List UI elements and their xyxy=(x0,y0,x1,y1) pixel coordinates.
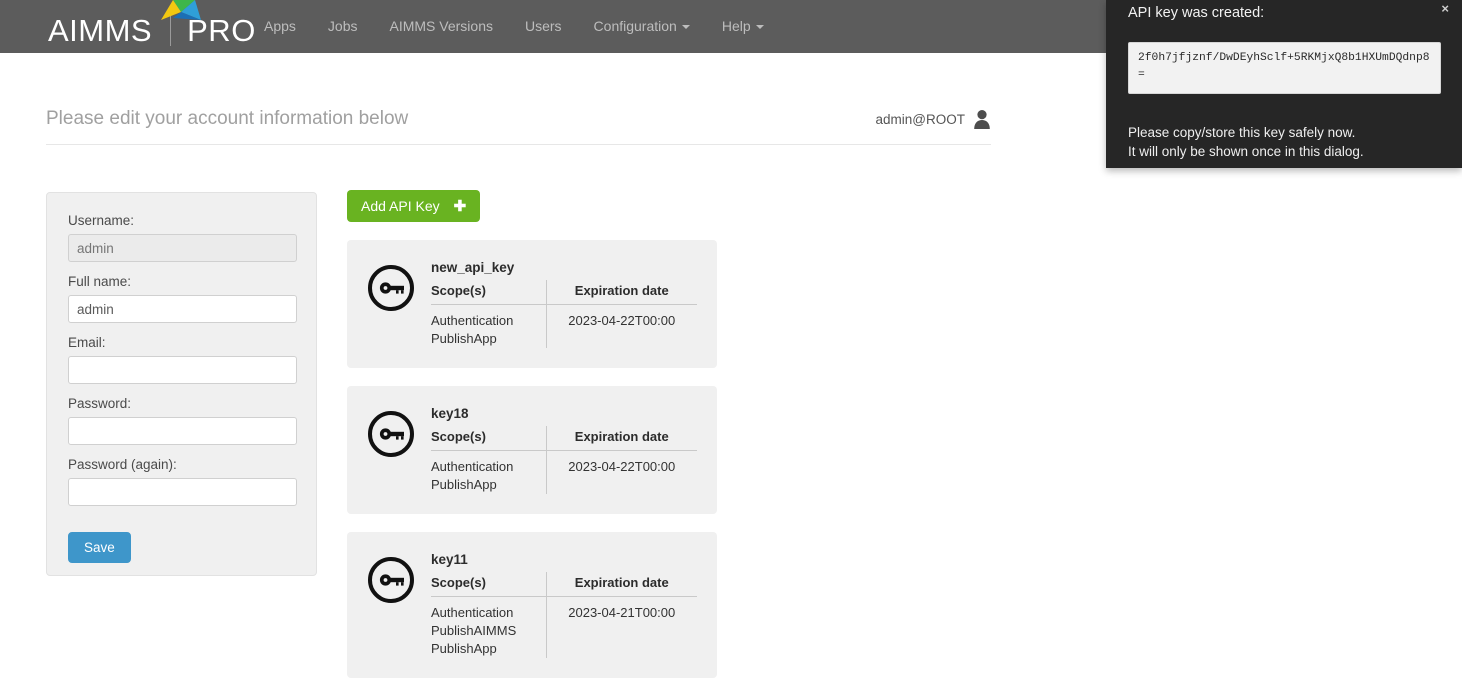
close-icon[interactable]: × xyxy=(1441,2,1449,16)
key-circle-icon xyxy=(368,557,414,603)
dialog-title: API key was created: xyxy=(1128,5,1265,21)
expiration-cell: 2023-04-22T00:00 xyxy=(545,304,697,348)
api-key-created-dialog: × API key was created: 2f0h7jfjznf/DwDEy… xyxy=(1106,0,1462,168)
nav-item-users-label: Users xyxy=(524,18,562,34)
add-api-key-button[interactable]: Add API Key ✚ xyxy=(347,190,481,222)
api-key-value[interactable]: 2f0h7jfjznf/DwDEyhSclf+5RKMjxQ8b1HXUmDQd… xyxy=(1128,42,1441,94)
api-key-card[interactable]: key18 Scope(s) Expiration date Authentic… xyxy=(347,386,717,514)
table-row: Authentication PublishApp 2023-04-22T00:… xyxy=(431,450,697,495)
email-label: Email: xyxy=(68,335,106,350)
user-avatar-icon xyxy=(974,110,990,129)
chevron-down-icon xyxy=(681,25,690,30)
scope-item: Authentication xyxy=(431,459,514,474)
fullname-input[interactable] xyxy=(68,295,297,323)
nav-item-help-label: Help xyxy=(721,18,751,34)
page-header-row: Please edit your account information bel… xyxy=(46,108,991,144)
expiration-column-header: Expiration date xyxy=(545,426,697,451)
nav-item-help[interactable]: Help xyxy=(706,0,780,53)
nav-item-configuration-label: Configuration xyxy=(593,18,677,34)
current-user-label: admin@ROOT xyxy=(875,111,965,127)
nav-item-apps-label: Apps xyxy=(264,18,296,34)
password-label: Password: xyxy=(68,396,132,411)
api-key-name: key18 xyxy=(431,406,469,421)
scope-item: PublishAIMMS xyxy=(431,623,517,638)
add-api-key-label: Add API Key xyxy=(361,198,440,214)
api-key-table: Scope(s) Expiration date Authentication … xyxy=(431,280,697,348)
nav-item-jobs-label: Jobs xyxy=(327,18,358,34)
scopes-cell: Authentication PublishApp xyxy=(431,451,546,495)
brand-name-aimms: AIMMS xyxy=(48,13,153,48)
dialog-note-line-2: It will only be shown once in this dialo… xyxy=(1128,144,1364,159)
api-keys-section: Add API Key ✚ new_api_key Scope(s) Expir… xyxy=(347,190,717,678)
scopes-cell: Authentication PublishApp xyxy=(431,305,546,349)
scopes-column-header: Scope(s) xyxy=(431,426,546,451)
brand-logo-group[interactable]: AIMMS PRO xyxy=(48,0,256,48)
api-key-body: key18 Scope(s) Expiration date Authentic… xyxy=(431,404,697,494)
nav-item-users[interactable]: Users xyxy=(509,0,578,53)
api-key-table: Scope(s) Expiration date Authentication … xyxy=(431,426,697,494)
page-header-divider xyxy=(46,144,991,145)
scope-item: Authentication xyxy=(431,605,514,620)
api-key-card[interactable]: key11 Scope(s) Expiration date Authentic… xyxy=(347,532,717,678)
api-key-name: key11 xyxy=(431,552,468,567)
api-key-body: new_api_key Scope(s) Expiration date Aut… xyxy=(431,258,697,348)
password-input[interactable] xyxy=(68,417,297,445)
page-header: Please edit your account information bel… xyxy=(46,108,991,145)
fullname-label: Full name: xyxy=(68,274,132,289)
username-input[interactable] xyxy=(68,234,297,262)
nav-links: Apps Jobs AIMMS Versions Users Configura… xyxy=(248,0,780,53)
scopes-cell: Authentication PublishAIMMS PublishApp xyxy=(431,597,546,659)
current-user[interactable]: admin@ROOT xyxy=(876,109,991,129)
plus-icon: ✚ xyxy=(453,197,467,215)
save-button[interactable]: Save xyxy=(68,532,131,563)
nav-item-apps[interactable]: Apps xyxy=(248,0,312,53)
nav-item-configuration[interactable]: Configuration xyxy=(578,0,706,53)
nav-item-jobs[interactable]: Jobs xyxy=(312,0,374,53)
table-row: Authentication PublishAIMMS PublishApp 2… xyxy=(431,596,697,659)
api-key-table: Scope(s) Expiration date Authentication … xyxy=(431,572,697,658)
key-circle-icon xyxy=(368,265,414,311)
chevron-down-icon xyxy=(755,25,764,30)
aimms-arrow-logo-icon xyxy=(161,0,201,20)
scope-item: PublishApp xyxy=(431,331,497,346)
expiration-column-header: Expiration date xyxy=(545,280,697,305)
page-title: Please edit your account information bel… xyxy=(46,108,409,129)
expiration-cell: 2023-04-21T00:00 xyxy=(545,596,697,658)
key-circle-icon xyxy=(368,411,414,457)
expiration-cell: 2023-04-22T00:00 xyxy=(545,450,697,494)
email-input[interactable] xyxy=(68,356,297,384)
scope-item: PublishApp xyxy=(431,641,497,656)
nav-item-aimms-versions-label: AIMMS Versions xyxy=(389,18,493,34)
account-form-panel: Username: Full name: Email: Password: Pa… xyxy=(46,192,317,576)
password-again-input[interactable] xyxy=(68,478,297,506)
nav-item-aimms-versions[interactable]: AIMMS Versions xyxy=(374,0,509,53)
scopes-column-header: Scope(s) xyxy=(431,280,546,305)
scope-item: Authentication xyxy=(431,313,514,328)
api-key-card[interactable]: new_api_key Scope(s) Expiration date Aut… xyxy=(347,240,717,368)
dialog-note: Please copy/store this key safely now. I… xyxy=(1128,123,1364,161)
expiration-column-header: Expiration date xyxy=(545,572,697,597)
password-again-label: Password (again): xyxy=(68,457,177,472)
dialog-note-line-1: Please copy/store this key safely now. xyxy=(1128,125,1356,140)
account-form: Username: Full name: Email: Password: Pa… xyxy=(47,193,316,583)
api-key-body: key11 Scope(s) Expiration date Authentic… xyxy=(431,550,697,658)
table-row: Authentication PublishApp 2023-04-22T00:… xyxy=(431,304,697,349)
scope-item: PublishApp xyxy=(431,477,497,492)
scopes-column-header: Scope(s) xyxy=(431,572,546,597)
api-key-name: new_api_key xyxy=(431,260,515,275)
username-label: Username: xyxy=(68,213,135,228)
